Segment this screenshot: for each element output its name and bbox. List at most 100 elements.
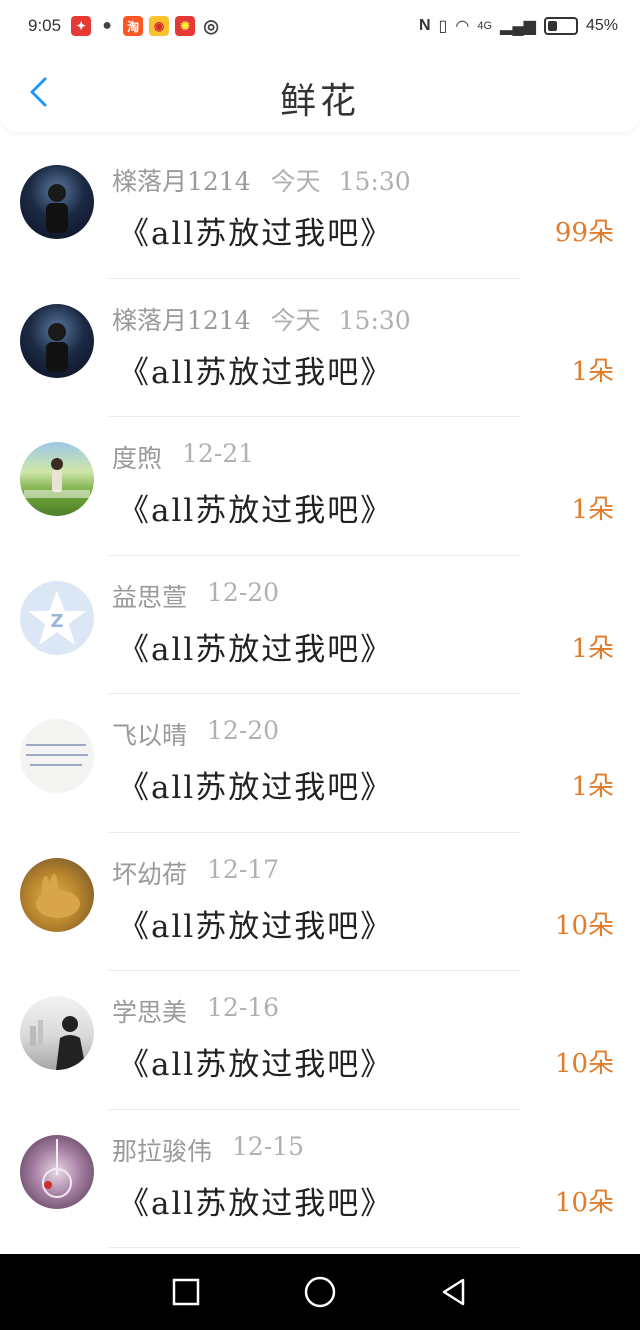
item-date: 12-20 <box>207 716 280 745</box>
item-meta: 檪落月1214 今天 15:30 <box>112 301 411 337</box>
flower-count: 1朵 <box>571 772 614 802</box>
nav-bar <box>0 1254 640 1330</box>
avatar[interactable] <box>20 996 94 1070</box>
avatar-qzone-star-image: Z <box>28 590 86 645</box>
flower-count: 10朵 <box>554 910 614 941</box>
flower-count: 10朵 <box>554 1049 614 1079</box>
list-item[interactable]: 学思美 12-16 《all苏放过我吧》 10朵 <box>0 971 640 1110</box>
app-icon: ✦ <box>71 16 92 36</box>
item-datetime: 12-16 <box>207 993 279 1029</box>
avatar[interactable] <box>20 303 94 378</box>
signal-icon: ▂▄▆ <box>500 18 536 35</box>
list-item[interactable]: 飞以晴 12-20 《all苏放过我吧》 1朵 <box>0 694 640 833</box>
user-name[interactable]: 度煦 <box>112 439 162 475</box>
avatar[interactable] <box>20 857 94 932</box>
status-right: N ▯ ◠ 4G ▂▄▆ 45% <box>419 16 618 36</box>
avatar[interactable]: Z <box>20 580 94 655</box>
item-meta: 度煦 12-21 <box>112 439 254 475</box>
status-left: 9:05 ✦ ● 淘 ◉ ✹ ◎ <box>28 16 222 36</box>
book-title: 《all苏放过我吧》 <box>118 770 394 806</box>
item-time: 15:30 <box>338 305 411 335</box>
user-name[interactable]: 檪落月1214 <box>112 162 251 198</box>
page-title: 鲜花 <box>279 81 360 122</box>
user-name[interactable]: 益思萱 <box>112 578 187 614</box>
item-meta: 那拉骏伟 12-15 <box>112 1132 304 1168</box>
recent-apps-icon[interactable] <box>171 1277 201 1307</box>
avatar-rabbit-image <box>36 873 80 918</box>
item-meta: 檪落月1214 今天 15:30 <box>112 162 411 198</box>
avatar-glass-image <box>42 1138 72 1198</box>
nfc-icon: N <box>418 17 431 34</box>
book-title: 《all苏放过我吧》 <box>118 354 394 391</box>
flower-count: 1朵 <box>571 495 614 525</box>
item-datetime: 12-17 <box>207 855 279 891</box>
item-date: 12-15 <box>232 1131 305 1161</box>
app-icon: ✹ <box>175 16 196 36</box>
taobao-icon: 淘 <box>123 16 144 36</box>
flower-count: 99朵 <box>554 218 614 248</box>
flower-count: 1朵 <box>571 633 614 664</box>
list-item[interactable]: 坏幼荷 12-17 《all苏放过我吧》 10朵 <box>0 833 640 971</box>
book-title: 《all苏放过我吧》 <box>118 1047 394 1083</box>
user-name[interactable]: 学思美 <box>112 993 187 1029</box>
book-title: 《all苏放过我吧》 <box>118 216 394 252</box>
book-title: 《all苏放过我吧》 <box>118 631 394 668</box>
book-title: 《all苏放过我吧》 <box>118 493 394 529</box>
user-name[interactable]: 那拉骏伟 <box>112 1132 212 1168</box>
item-date: 今天 <box>270 167 321 196</box>
avatar[interactable] <box>20 1134 94 1209</box>
status-time: 9:05 <box>28 16 62 35</box>
item-datetime: 今天 15:30 <box>271 162 411 198</box>
home-icon[interactable] <box>303 1275 337 1309</box>
wechat-icon: ● <box>97 16 118 36</box>
avatar[interactable] <box>20 165 94 239</box>
list-item[interactable]: 檪落月1214 今天 15:30 《all苏放过我吧》 99朵 <box>0 140 640 279</box>
avatar-girl-grass-image <box>24 458 90 498</box>
item-date: 12-17 <box>207 854 280 884</box>
user-name[interactable]: 坏幼荷 <box>112 855 187 891</box>
item-datetime: 12-20 <box>207 578 279 614</box>
battery-percent: 45% <box>585 17 618 34</box>
divider <box>108 1247 520 1248</box>
avatar-handwriting-image <box>26 744 88 766</box>
item-meta: 坏幼荷 12-17 <box>112 855 279 891</box>
list-item[interactable]: 度煦 12-21 《all苏放过我吧》 1朵 <box>0 417 640 556</box>
item-datetime: 12-20 <box>207 716 279 752</box>
list-item[interactable]: 那拉骏伟 12-15 《all苏放过我吧》 10朵 <box>0 1110 640 1248</box>
item-time: 15:30 <box>338 167 411 196</box>
back-icon[interactable] <box>439 1277 469 1307</box>
battery-fill <box>547 21 558 31</box>
avatar-silhouette-image <box>30 1016 86 1070</box>
user-name[interactable]: 飞以晴 <box>112 716 187 752</box>
item-datetime: 12-21 <box>182 439 254 475</box>
battery-icon <box>543 17 578 35</box>
user-name[interactable]: 檪落月1214 <box>112 301 251 337</box>
item-meta: 益思萱 12-20 <box>112 578 279 614</box>
wifi-icon: ◠ <box>455 18 470 35</box>
item-date: 12-20 <box>207 577 280 607</box>
status-bar: 9:05 ✦ ● 淘 ◉ ✹ ◎ N ▯ ◠ 4G ▂▄▆ 45% <box>0 0 640 52</box>
item-datetime: 今天 15:30 <box>271 301 411 337</box>
item-meta: 学思美 12-16 <box>112 993 279 1029</box>
avatar[interactable] <box>20 442 94 516</box>
vibrate-icon: ▯ <box>438 18 448 35</box>
eye-icon: ◎ <box>201 16 222 36</box>
item-date: 12-21 <box>182 439 255 468</box>
flower-count: 1朵 <box>571 356 614 387</box>
list-item[interactable]: Z 益思萱 12-20 《all苏放过我吧》 1朵 <box>0 556 640 694</box>
item-datetime: 12-15 <box>232 1132 304 1168</box>
item-meta: 飞以晴 12-20 <box>112 716 279 752</box>
book-title: 《all苏放过我吧》 <box>118 1185 394 1222</box>
book-title: 《all苏放过我吧》 <box>118 908 394 945</box>
avatar[interactable] <box>20 719 94 793</box>
network-label: 4G <box>477 20 493 32</box>
header: 鲜花 <box>0 52 640 132</box>
list-item[interactable]: 檪落月1214 今天 15:30 《all苏放过我吧》 1朵 <box>0 279 640 417</box>
avatar-dark-stage-image <box>46 184 68 233</box>
weibo-icon: ◉ <box>149 16 170 36</box>
flower-count: 10朵 <box>554 1187 614 1218</box>
item-date: 12-16 <box>207 993 280 1022</box>
item-date: 今天 <box>270 305 321 335</box>
avatar-dark-stage-image <box>46 322 68 372</box>
svg-text:Z: Z <box>50 611 63 632</box>
